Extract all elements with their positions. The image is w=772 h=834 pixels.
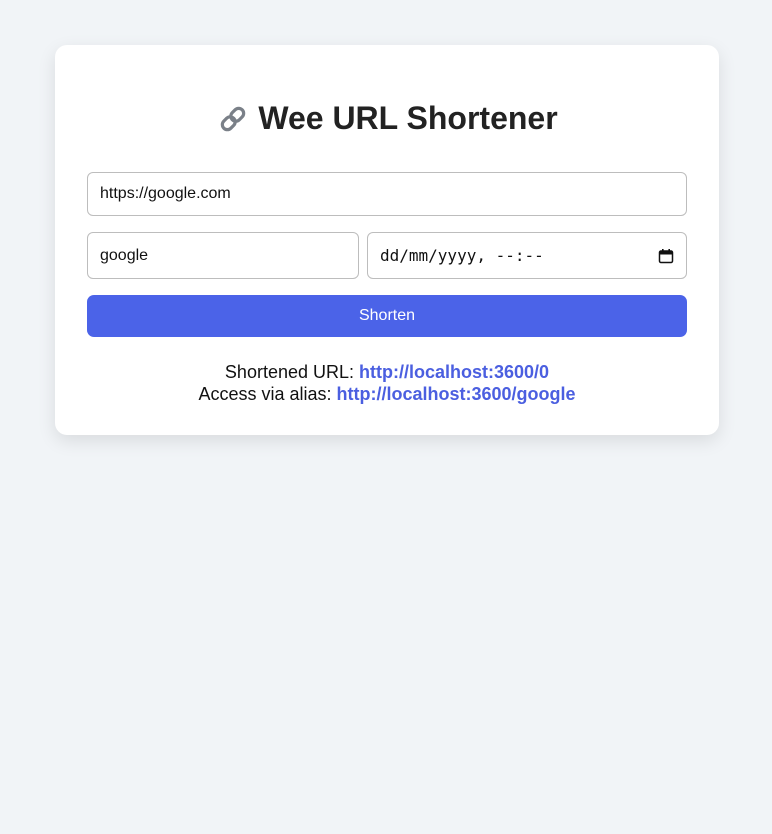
link-icon: [216, 102, 250, 136]
expiry-datetime-value: dd/mm/yyyy, --:--: [380, 246, 544, 265]
alias-url-label: Access via alias:: [198, 384, 332, 404]
page-title: Wee URL Shortener: [55, 100, 719, 137]
alias-url-line: Access via alias: http://localhost:3600/…: [55, 383, 719, 405]
calendar-icon[interactable]: [658, 248, 674, 264]
alias-input-value: google: [100, 246, 149, 264]
url-input-value: https://google.com: [100, 185, 231, 202]
shortened-url-link[interactable]: http://localhost:3600/0: [359, 362, 549, 382]
expiry-datetime-input[interactable]: dd/mm/yyyy, --:--: [367, 232, 687, 279]
url-input[interactable]: https://google.com: [87, 172, 687, 216]
alias-url-link[interactable]: http://localhost:3600/google: [337, 384, 576, 404]
shorten-button[interactable]: Shorten: [87, 295, 687, 337]
result-panel: Shortened URL: http://localhost:3600/0 A…: [55, 361, 719, 405]
shortened-url-label: Shortened URL:: [224, 362, 354, 382]
page-title-text: Wee URL Shortener: [258, 100, 558, 136]
shortener-card: Wee URL Shortener https://google.com goo…: [55, 45, 719, 435]
shortened-url-line: Shortened URL: http://localhost:3600/0: [55, 361, 719, 383]
alias-input[interactable]: google: [87, 232, 359, 279]
